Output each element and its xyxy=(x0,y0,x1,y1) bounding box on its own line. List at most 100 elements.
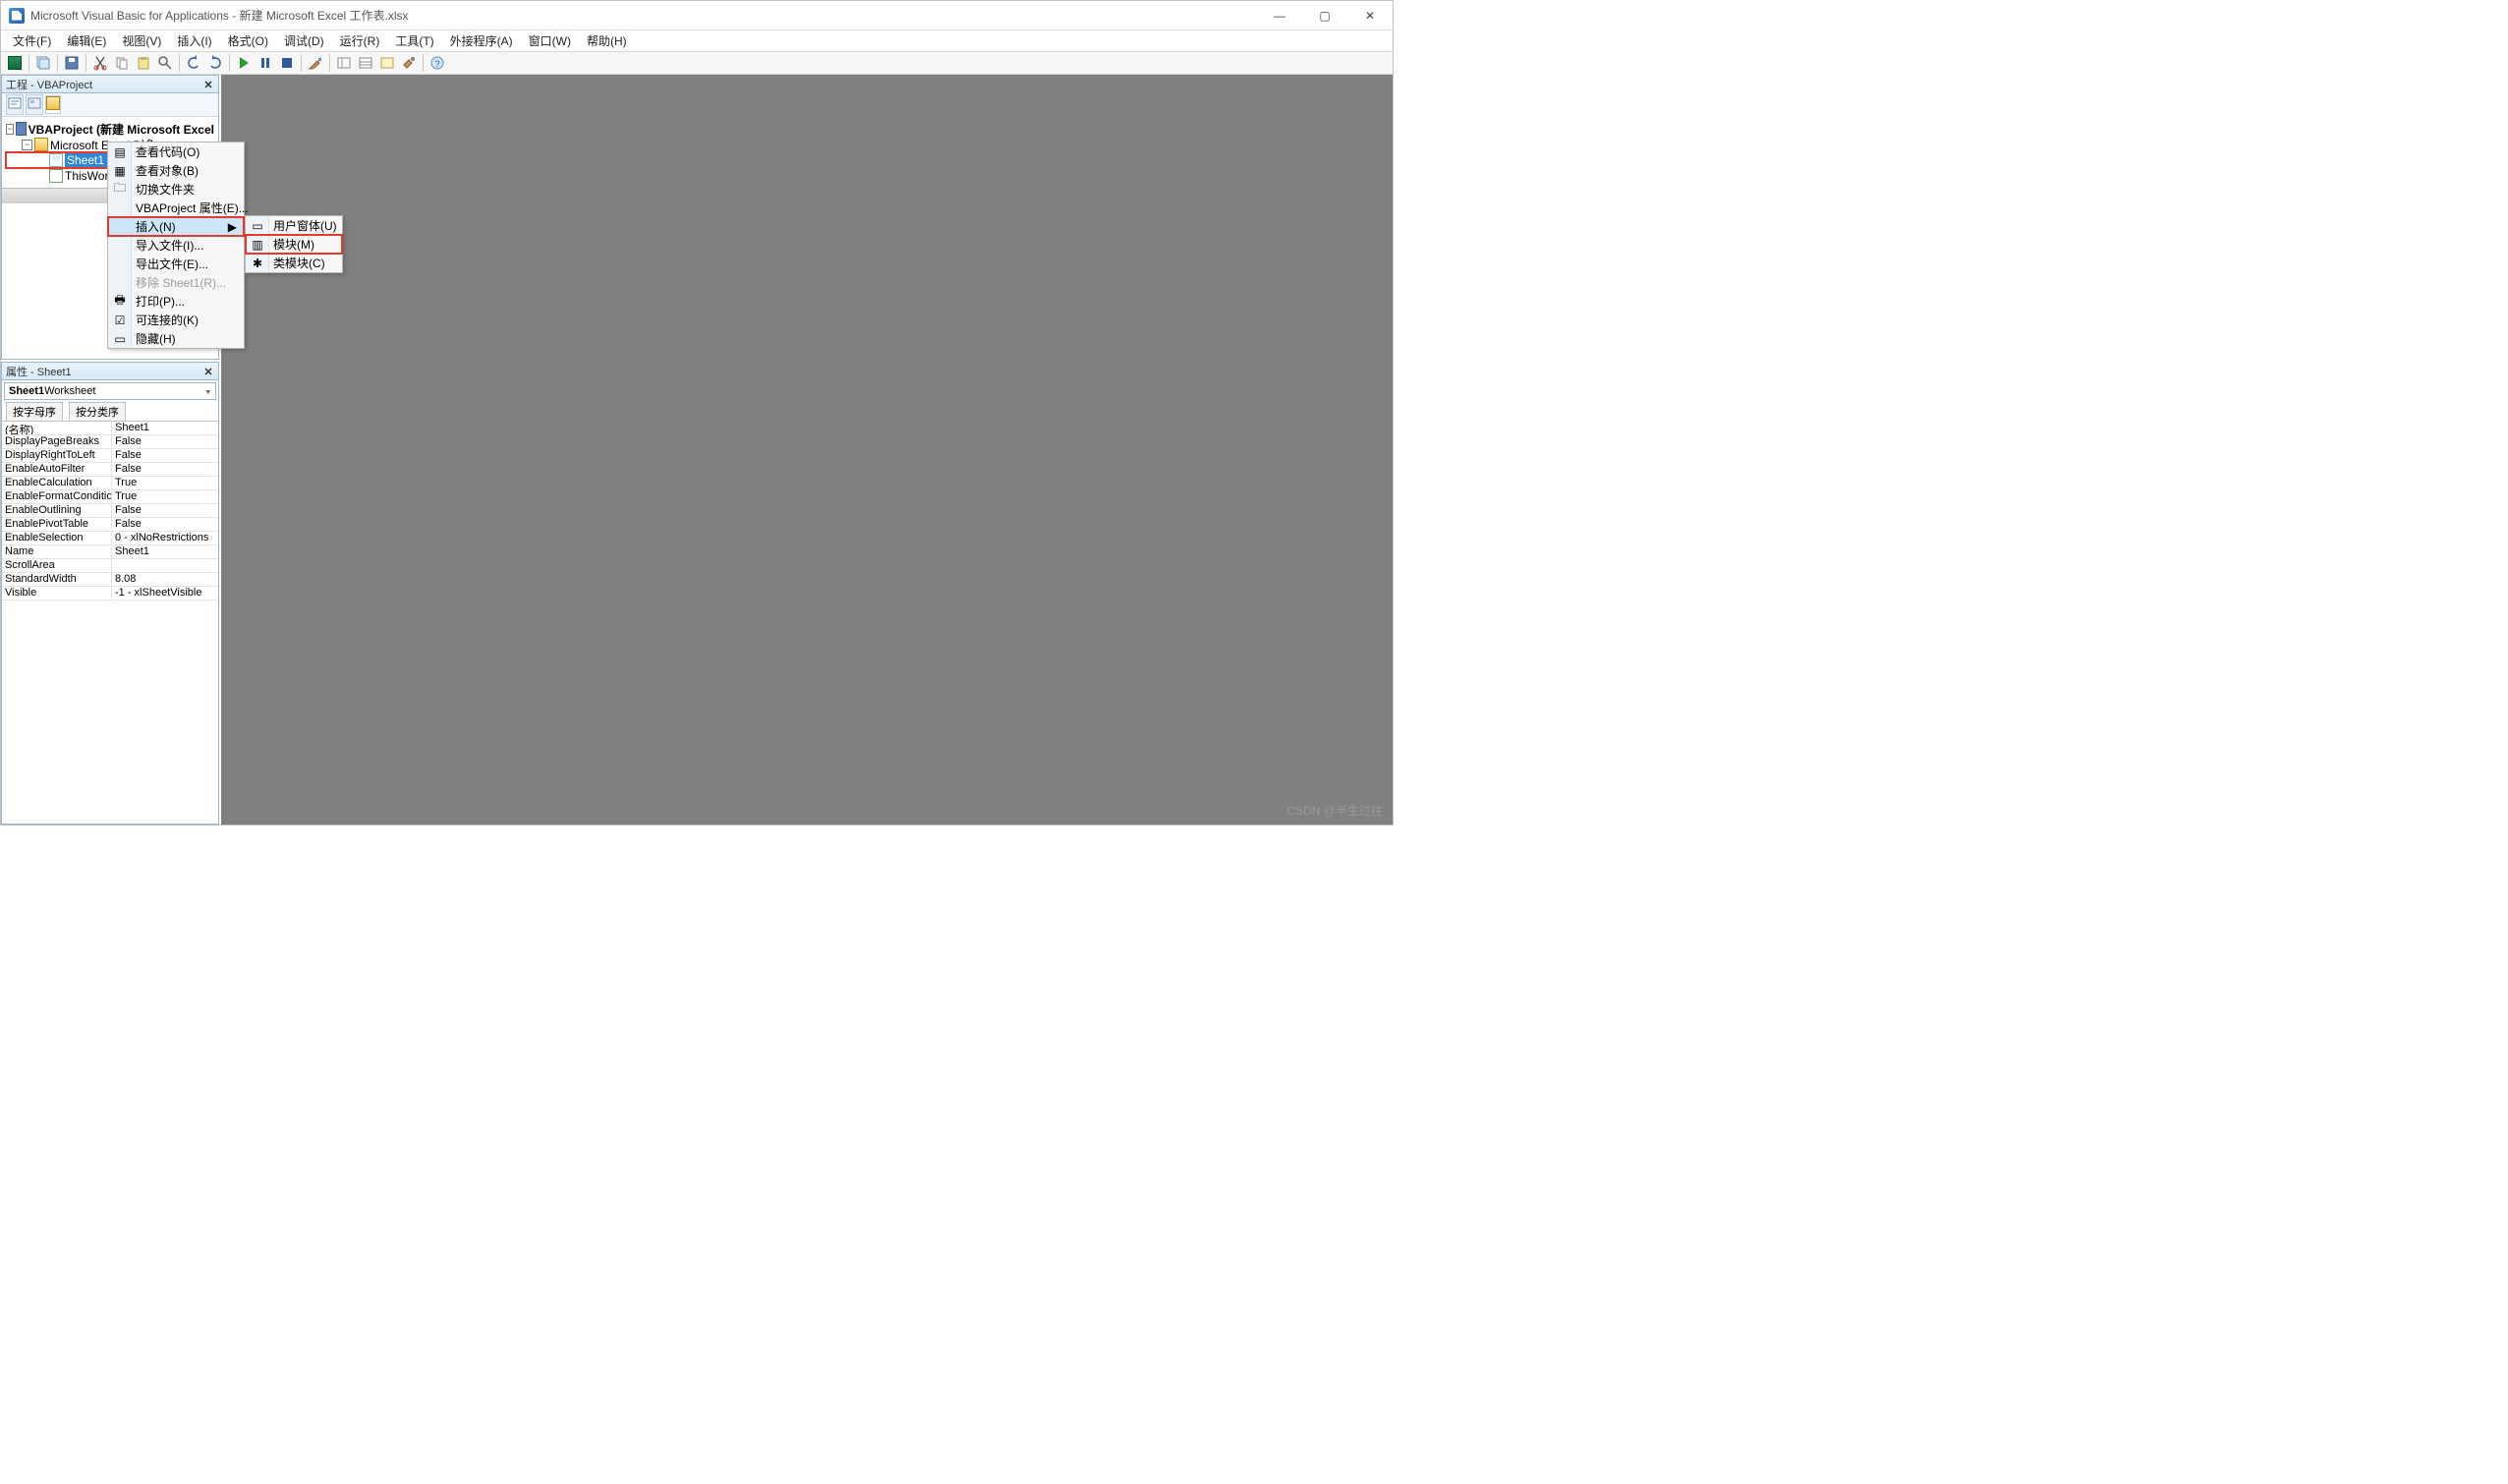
context-menu-item[interactable]: ☑可连接的(K) xyxy=(108,311,244,329)
view-object-button[interactable] xyxy=(26,94,43,115)
property-name: EnableFormatCondition xyxy=(2,490,112,503)
property-row[interactable]: EnableFormatConditionTrue xyxy=(2,490,218,504)
titlebar[interactable]: Microsoft Visual Basic for Applications … xyxy=(1,1,1393,29)
context-menu-item[interactable]: 🖶打印(P)... xyxy=(108,292,244,311)
context-menu-item[interactable]: ▤查看代码(O) xyxy=(108,143,244,161)
help-button[interactable]: ? xyxy=(428,53,447,73)
context-menu-item[interactable]: ▦查看对象(B) xyxy=(108,161,244,180)
property-row[interactable]: EnablePivotTableFalse xyxy=(2,518,218,532)
object-selector[interactable]: Sheet1 Worksheet xyxy=(4,382,216,400)
break-button[interactable] xyxy=(256,53,275,73)
property-value[interactable]: False xyxy=(112,463,218,476)
property-value[interactable]: -1 - xlSheetVisible xyxy=(112,587,218,599)
undo-button[interactable] xyxy=(184,53,203,73)
paste-button[interactable] xyxy=(134,53,153,73)
toggle-folders-button[interactable] xyxy=(45,95,61,114)
property-row[interactable]: (名称)Sheet1 xyxy=(2,422,218,435)
property-row[interactable]: Visible-1 - xlSheetVisible xyxy=(2,587,218,600)
svg-text:?: ? xyxy=(434,59,439,69)
tab-alphabetic[interactable]: 按字母序 xyxy=(6,402,63,421)
maximize-button[interactable]: ▢ xyxy=(1302,1,1347,29)
property-row[interactable]: ScrollArea xyxy=(2,559,218,573)
folder-icon: 🗀 xyxy=(112,182,128,198)
property-row[interactable]: StandardWidth8.08 xyxy=(2,573,218,587)
project-explorer-title[interactable]: 工程 - VBAProject ✕ xyxy=(2,76,218,93)
submenu-item[interactable]: ✱类模块(C) xyxy=(246,254,342,272)
property-value[interactable]: Sheet1 xyxy=(112,545,218,558)
context-menu-label: 切换文件夹 xyxy=(136,181,195,198)
property-value[interactable]: True xyxy=(112,477,218,489)
property-name: EnableSelection xyxy=(2,532,112,544)
workbook-icon xyxy=(49,169,63,183)
minimize-button[interactable]: — xyxy=(1257,1,1302,29)
property-value[interactable]: False xyxy=(112,449,218,462)
project-explorer-close-icon[interactable]: ✕ xyxy=(200,77,216,92)
menu-insert[interactable]: 插入(I) xyxy=(171,30,217,51)
menu-file[interactable]: 文件(F) xyxy=(7,30,57,51)
property-value[interactable]: False xyxy=(112,504,218,517)
property-row[interactable]: EnableOutliningFalse xyxy=(2,504,218,518)
project-node[interactable]: VBAProject (新建 Microsoft Excel xyxy=(28,121,214,138)
save-button[interactable] xyxy=(62,53,82,73)
property-value[interactable]: Sheet1 xyxy=(112,422,218,434)
object-browser-button[interactable] xyxy=(377,53,397,73)
reset-button[interactable] xyxy=(277,53,297,73)
toolbox-button[interactable] xyxy=(399,53,419,73)
property-value[interactable]: True xyxy=(112,490,218,503)
context-menu-item[interactable]: 插入(N)▶ xyxy=(108,217,244,236)
context-menu-item[interactable]: 导出文件(E)... xyxy=(108,255,244,273)
run-button[interactable] xyxy=(234,53,254,73)
property-value[interactable]: False xyxy=(112,435,218,448)
submenu-item[interactable]: ▥模块(M) xyxy=(246,235,342,254)
property-row[interactable]: EnableSelection0 - xlNoRestrictions xyxy=(2,532,218,545)
properties-grid[interactable]: (名称)Sheet1DisplayPageBreaksFalseDisplayR… xyxy=(2,421,218,600)
design-mode-button[interactable] xyxy=(306,53,325,73)
context-menu-item[interactable]: 🗀 切换文件夹 xyxy=(108,180,244,199)
submenu-item[interactable]: ▭ 用户窗体(U) xyxy=(246,216,342,235)
view-excel-button[interactable] xyxy=(5,53,25,73)
property-name: Name xyxy=(2,545,112,558)
redo-button[interactable] xyxy=(205,53,225,73)
form-icon: ▭ xyxy=(250,218,265,234)
property-name: Visible xyxy=(2,587,112,599)
collapse-icon[interactable]: − xyxy=(22,140,32,150)
close-button[interactable]: ✕ xyxy=(1347,1,1393,29)
property-row[interactable]: DisplayRightToLeftFalse xyxy=(2,449,218,463)
context-menu-item[interactable]: 导入文件(I)... xyxy=(108,236,244,255)
property-row[interactable]: EnableAutoFilterFalse xyxy=(2,463,218,477)
context-menu-item[interactable]: ▭隐藏(H) xyxy=(108,329,244,348)
context-menu-item[interactable]: VBAProject 属性(E)... xyxy=(108,199,244,217)
menu-view[interactable]: 视图(V) xyxy=(116,30,167,51)
property-name: ScrollArea xyxy=(2,559,112,572)
collapse-icon[interactable]: − xyxy=(6,124,14,135)
view-code-button[interactable] xyxy=(6,94,24,115)
window-icon: ▭ xyxy=(112,331,128,347)
property-value[interactable]: 8.08 xyxy=(112,573,218,586)
menu-addins[interactable]: 外接程序(A) xyxy=(444,30,519,51)
menu-format[interactable]: 格式(O) xyxy=(222,30,274,51)
worksheet-icon xyxy=(49,153,63,167)
properties-title[interactable]: 属性 - Sheet1 ✕ xyxy=(2,363,218,380)
property-value[interactable] xyxy=(112,559,218,572)
properties-window-button[interactable] xyxy=(356,53,375,73)
property-row[interactable]: EnableCalculationTrue xyxy=(2,477,218,490)
tab-categorized[interactable]: 按分类序 xyxy=(69,402,126,421)
menu-debug[interactable]: 调试(D) xyxy=(278,30,330,51)
copy-button[interactable] xyxy=(112,53,132,73)
property-row[interactable]: DisplayPageBreaksFalse xyxy=(2,435,218,449)
project-explorer-button[interactable] xyxy=(334,53,354,73)
submenu-arrow-icon: ▶ xyxy=(228,220,237,234)
properties-close-icon[interactable]: ✕ xyxy=(200,364,216,379)
menu-edit[interactable]: 编辑(E) xyxy=(61,30,112,51)
menu-help[interactable]: 帮助(H) xyxy=(581,30,633,51)
property-row[interactable]: NameSheet1 xyxy=(2,545,218,559)
menu-tools[interactable]: 工具(T) xyxy=(389,30,439,51)
menu-window[interactable]: 窗口(W) xyxy=(523,30,577,51)
menu-run[interactable]: 运行(R) xyxy=(334,30,386,51)
property-value[interactable]: 0 - xlNoRestrictions xyxy=(112,532,218,544)
insert-object-button[interactable] xyxy=(33,53,53,73)
cut-button[interactable] xyxy=(90,53,110,73)
property-value[interactable]: False xyxy=(112,518,218,531)
submenu-label: 用户窗体(U) xyxy=(273,217,337,234)
find-button[interactable] xyxy=(155,53,175,73)
